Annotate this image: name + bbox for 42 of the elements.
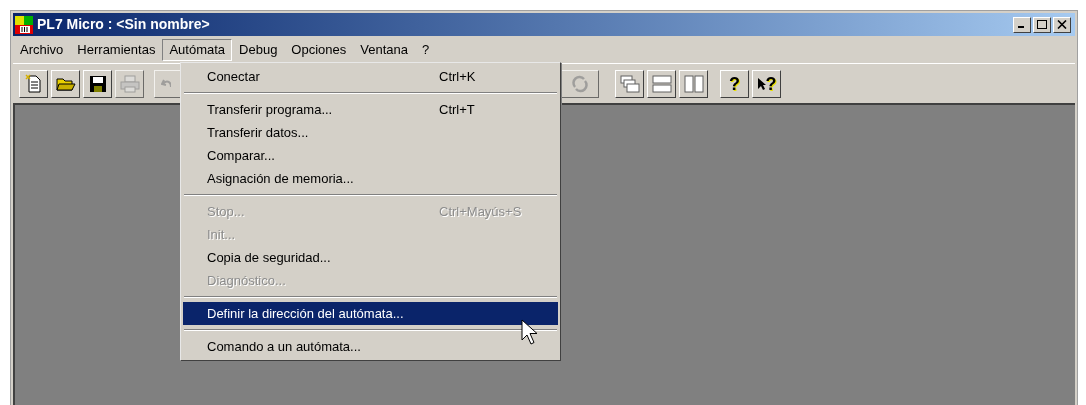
menu-item[interactable]: ? xyxy=(415,39,437,61)
window-title: PL7 Micro : <Sin nombre> xyxy=(37,15,210,34)
cascade-windows-icon xyxy=(619,74,640,93)
maximize-icon xyxy=(1037,20,1047,29)
close-button[interactable] xyxy=(1053,16,1071,33)
toolbar-button[interactable] xyxy=(647,69,676,98)
minimize-button[interactable] xyxy=(1013,16,1031,33)
tile-vertical-icon xyxy=(683,74,704,93)
printer-icon xyxy=(119,74,140,93)
dropdown-item[interactable]: Conectar Ctrl+K xyxy=(183,65,558,88)
dropdown-item[interactable]: Copia de seguridad... xyxy=(183,246,558,269)
toolbar-button[interactable] xyxy=(679,69,708,98)
dropdown-item[interactable]: Definir la dirección del autómata... xyxy=(183,302,558,325)
tile-horizontal-icon xyxy=(651,74,672,93)
toolbar-button[interactable]: ? xyxy=(720,69,749,98)
dropdown-item[interactable]: Comando a un autómata... xyxy=(183,335,558,358)
shortcut-label: Ctrl+Mayús+S xyxy=(439,202,522,221)
menu-item[interactable]: Ventana xyxy=(353,39,415,61)
maximize-button[interactable] xyxy=(1033,16,1051,33)
menu-item[interactable]: Archivo xyxy=(13,39,71,61)
refresh-icon xyxy=(571,74,589,93)
toolbar-button[interactable] xyxy=(83,69,112,98)
menu-item[interactable]: Debug xyxy=(232,39,285,61)
shortcut-label: Ctrl+K xyxy=(439,67,476,86)
toolbar-button[interactable]: ? xyxy=(752,69,781,98)
menu-item[interactable]: Opciones xyxy=(284,39,354,61)
menu-item[interactable]: Herramientas xyxy=(70,39,163,61)
app-icon xyxy=(15,15,33,34)
toolbar-button[interactable] xyxy=(19,69,48,98)
dropdown-item[interactable]: Transferir programa... Ctrl+T xyxy=(183,98,558,121)
question-mark-icon: ? xyxy=(729,74,740,93)
dropdown-item[interactable]: Asignación de memoria... xyxy=(183,167,558,190)
menu-item[interactable]: Autómata xyxy=(162,39,233,61)
mouse-pointer-icon xyxy=(521,319,538,347)
folder-icon xyxy=(55,75,76,92)
toolbar-button[interactable] xyxy=(615,69,644,98)
close-icon xyxy=(1057,20,1067,29)
shortcut-label: Ctrl+T xyxy=(439,100,475,119)
toolbar-button[interactable] xyxy=(51,69,80,98)
new-document-icon xyxy=(24,73,43,94)
dropdown-item[interactable]: Comparar... xyxy=(183,144,558,167)
dropdown-item[interactable]: Transferir datos... xyxy=(183,121,558,144)
